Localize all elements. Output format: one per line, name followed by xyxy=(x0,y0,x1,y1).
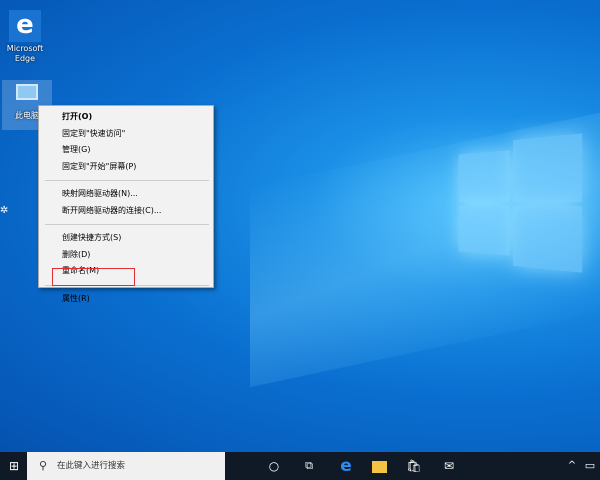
windows-logo-wallpaper xyxy=(458,133,583,273)
store-icon: 🛍 xyxy=(406,459,422,473)
menu-item-manage[interactable]: 管理(G) xyxy=(39,142,213,159)
task-view-button[interactable]: ⧉ xyxy=(297,452,321,480)
circle-icon: ○ xyxy=(268,459,280,473)
desktop-icon-edge[interactable]: e Microsoft Edge xyxy=(2,10,48,64)
menu-item-properties[interactable]: 属性(R) xyxy=(39,291,213,308)
windows-icon: ⊞ xyxy=(8,459,20,473)
notification-button[interactable]: ▭ xyxy=(578,452,600,480)
context-menu: 打开(O) 固定到"快速访问" 管理(G) 固定到"开始"屏幕(P) 映射网络驱… xyxy=(38,105,214,303)
chevron-up-icon: ^ xyxy=(567,460,577,471)
highlight-box xyxy=(52,268,135,286)
menu-item-pin-start[interactable]: 固定到"开始"屏幕(P) xyxy=(39,159,213,176)
notification-icon: ▭ xyxy=(584,459,596,472)
menu-item-create-shortcut[interactable]: 创建快捷方式(S) xyxy=(39,230,213,247)
store-button[interactable]: 🛍 xyxy=(402,452,426,480)
desktop: e Microsoft Edge 此电脑 ✲ 打开(O) 固定到"快速访问" 管… xyxy=(0,0,600,452)
file-explorer-button[interactable] xyxy=(367,452,391,480)
taskbar: ⊞ ⚲ 在此键入进行搜索 ○ ⧉ e 🛍 ✉ ^ ▭ xyxy=(0,452,600,480)
menu-separator xyxy=(45,224,209,225)
menu-item-delete[interactable]: 删除(D) xyxy=(39,247,213,264)
mail-icon: ✉ xyxy=(443,459,455,473)
computer-icon xyxy=(16,84,38,100)
edge-taskbar-button[interactable]: e xyxy=(334,452,358,480)
folder-icon xyxy=(371,460,387,473)
mail-button[interactable]: ✉ xyxy=(437,452,461,480)
edge-icon: e xyxy=(340,456,352,476)
search-placeholder: 在此键入进行搜索 xyxy=(57,461,126,471)
search-icon: ⚲ xyxy=(39,459,48,472)
menu-separator xyxy=(45,180,209,181)
start-button[interactable]: ⊞ xyxy=(2,452,26,480)
search-box[interactable]: ⚲ 在此键入进行搜索 xyxy=(27,452,225,480)
task-view-icon: ⧉ xyxy=(305,459,313,472)
mouse-cursor: ✲ xyxy=(0,205,9,216)
menu-item-open[interactable]: 打开(O) xyxy=(39,109,213,126)
cortana-button[interactable]: ○ xyxy=(262,452,286,480)
edge-icon: e xyxy=(9,10,41,42)
menu-item-disconnect-drive[interactable]: 断开网络驱动器的连接(C)... xyxy=(39,203,213,220)
menu-item-map-drive[interactable]: 映射网络驱动器(N)... xyxy=(39,186,213,203)
menu-item-pin-quick-access[interactable]: 固定到"快速访问" xyxy=(39,126,213,143)
